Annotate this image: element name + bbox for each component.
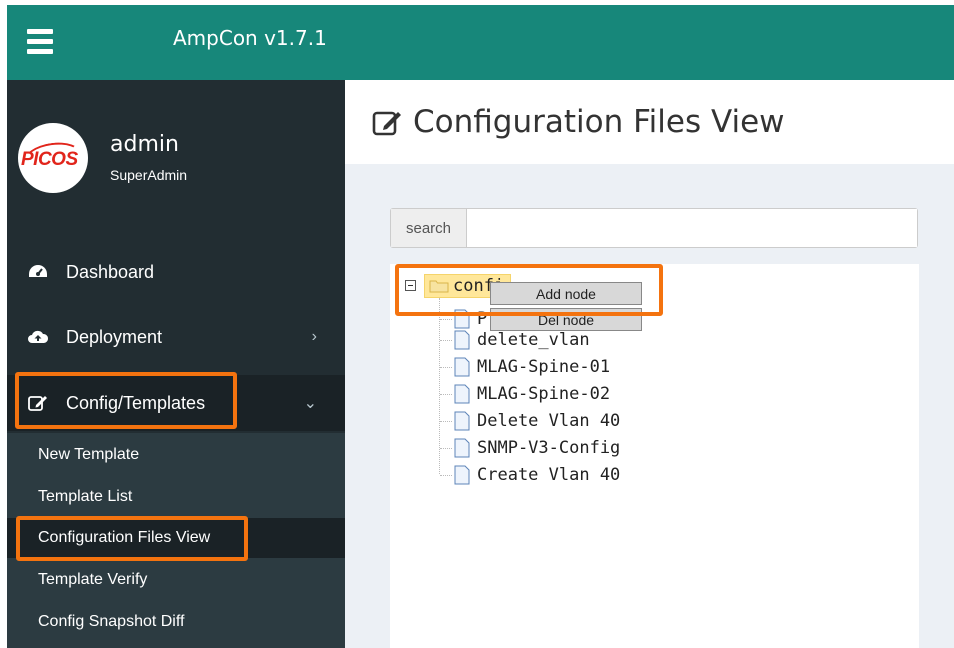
- file-icon: [454, 384, 470, 404]
- submenu-item-template-verify[interactable]: Template Verify: [7, 560, 345, 600]
- sidebar-item-deployment[interactable]: Deployment ›: [7, 309, 345, 365]
- tree-file-item[interactable]: delete_vlan: [440, 328, 590, 352]
- search-label: search: [391, 209, 467, 247]
- file-icon: [454, 411, 470, 431]
- tree-file-label: Create Vlan 40: [477, 465, 621, 485]
- top-bar: AmpCon v1.7.1: [7, 5, 954, 80]
- sidebar-item-label: Deployment: [66, 326, 163, 347]
- config-templates-submenu: New Template Template List Configuration…: [7, 433, 345, 648]
- tree-file-item[interactable]: MLAG-Spine-02: [440, 382, 610, 406]
- folder-icon: [429, 280, 449, 293]
- hamburger-menu-icon[interactable]: [27, 29, 57, 57]
- picos-logo: PICOS: [21, 149, 78, 170]
- sidebar-item-label: Dashboard: [66, 261, 155, 282]
- submenu-item-configuration-files-view[interactable]: Configuration Files View: [7, 518, 345, 558]
- app-title: AmpCon v1.7.1: [173, 26, 327, 50]
- user-panel: PICOS admin SuperAdmin: [7, 80, 345, 238]
- tree-file-label: Delete Vlan 40: [477, 411, 621, 431]
- file-icon: [454, 357, 470, 377]
- avatar: PICOS: [18, 123, 88, 193]
- submenu-item-template-list[interactable]: Template List: [7, 477, 345, 517]
- edit-icon: [372, 111, 401, 136]
- edit-icon: [28, 396, 47, 411]
- tree-file-label: P: [477, 309, 488, 329]
- sidebar-item-dashboard[interactable]: Dashboard: [7, 244, 345, 300]
- sidebar-item-config-templates[interactable]: Config/Templates ⌄: [7, 375, 345, 431]
- tree-file-item[interactable]: MLAG-Spine-01: [440, 355, 610, 379]
- add-node-button[interactable]: Add node: [490, 282, 642, 305]
- file-icon: [454, 465, 470, 485]
- tree-file-item[interactable]: SNMP-V3-Config: [440, 436, 620, 460]
- sidebar-item-label: Config/Templates: [66, 392, 206, 413]
- dashboard-icon: [29, 265, 47, 277]
- content-header: Configuration Files View: [345, 80, 954, 164]
- search-group: search: [390, 208, 918, 248]
- tree-file-label: delete_vlan: [477, 330, 590, 350]
- file-icon: [454, 330, 470, 350]
- file-tree: confi P delete_vlan MLAG-Spine-01 MLAG-S…: [390, 264, 919, 648]
- collapse-toggle-icon[interactable]: [405, 280, 416, 291]
- file-icon: [454, 438, 470, 458]
- tree-file-label: SNMP-V3-Config: [477, 438, 621, 458]
- page-title: Configuration Files View: [413, 104, 785, 140]
- tree-file-item[interactable]: Create Vlan 40: [440, 463, 620, 487]
- user-name: admin: [110, 132, 179, 157]
- tree-file-item[interactable]: Delete Vlan 40: [440, 409, 620, 433]
- tree-file-label: MLAG-Spine-01: [477, 357, 611, 377]
- submenu-item-new-template[interactable]: New Template: [7, 435, 345, 475]
- main-content: Configuration Files View search confi P …: [345, 80, 954, 648]
- search-input[interactable]: [468, 209, 917, 247]
- user-role: SuperAdmin: [110, 167, 188, 183]
- sidebar: PICOS admin SuperAdmin Dashboard Deploym…: [7, 80, 345, 648]
- submenu-item-config-snapshot-diff[interactable]: Config Snapshot Diff: [7, 602, 345, 642]
- cloud-upload-icon: [28, 330, 49, 343]
- chevron-down-icon: ⌄: [303, 395, 317, 412]
- tree-file-label: MLAG-Spine-02: [477, 384, 611, 404]
- del-node-button[interactable]: Del node: [490, 308, 642, 331]
- file-icon: [454, 309, 470, 329]
- chevron-right-icon: ›: [311, 328, 317, 345]
